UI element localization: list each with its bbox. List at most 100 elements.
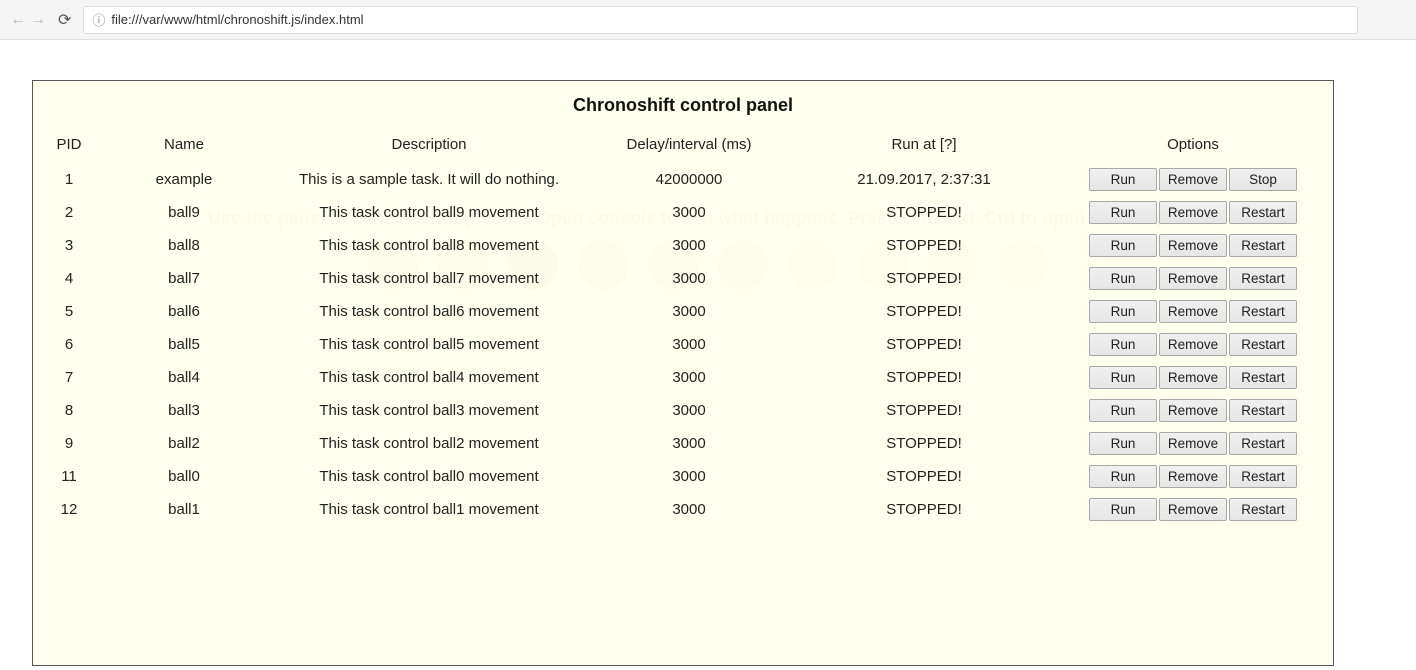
cell-runat: 21.09.2017, 2:37:31 (789, 163, 1059, 196)
remove-button[interactable]: Remove (1159, 300, 1227, 323)
restart-button[interactable]: Restart (1229, 300, 1297, 323)
cell-delay: 42000000 (589, 163, 789, 196)
cell-desc: This task control ball6 movement (269, 295, 589, 328)
run-button[interactable]: Run (1089, 234, 1157, 257)
cell-delay: 3000 (589, 493, 789, 526)
table-row: 12ball1This task control ball1 movement3… (39, 493, 1327, 526)
restart-button[interactable]: Restart (1229, 366, 1297, 389)
cell-options: RunRemoveRestart (1059, 295, 1327, 328)
run-button[interactable]: Run (1089, 168, 1157, 191)
remove-button[interactable]: Remove (1159, 267, 1227, 290)
cell-delay: 3000 (589, 229, 789, 262)
cell-options: RunRemoveRestart (1059, 328, 1327, 361)
cell-name: ball1 (99, 493, 269, 526)
table-row: 1exampleThis is a sample task. It will d… (39, 163, 1327, 196)
cell-pid: 3 (39, 229, 99, 262)
restart-button[interactable]: Restart (1229, 333, 1297, 356)
table-row: 9ball2This task control ball2 movement30… (39, 427, 1327, 460)
restart-button[interactable]: Restart (1229, 432, 1297, 455)
run-button[interactable]: Run (1089, 201, 1157, 224)
cell-name: ball2 (99, 427, 269, 460)
col-header-pid: PID (39, 130, 99, 163)
forward-button[interactable]: → (28, 11, 48, 29)
cell-desc: This task control ball0 movement (269, 460, 589, 493)
cell-name: ball6 (99, 295, 269, 328)
cell-options: RunRemoveRestart (1059, 493, 1327, 526)
cell-pid: 8 (39, 394, 99, 427)
cell-pid: 7 (39, 361, 99, 394)
run-button[interactable]: Run (1089, 432, 1157, 455)
url-text: file:///var/www/html/chronoshift.js/inde… (111, 12, 363, 27)
cell-desc: This task control ball7 movement (269, 262, 589, 295)
run-button[interactable]: Run (1089, 465, 1157, 488)
reload-button[interactable]: ⟳ (58, 10, 71, 30)
cell-runat: STOPPED! (789, 262, 1059, 295)
run-button[interactable]: Run (1089, 267, 1157, 290)
cell-options: RunRemoveRestart (1059, 262, 1327, 295)
remove-button[interactable]: Remove (1159, 168, 1227, 191)
restart-button[interactable]: Restart (1229, 399, 1297, 422)
table-row: 8ball3This task control ball3 movement30… (39, 394, 1327, 427)
panel-title: Chronoshift control panel (39, 95, 1327, 116)
col-header-delay: Delay/interval (ms) (589, 130, 789, 163)
remove-button[interactable]: Remove (1159, 399, 1227, 422)
cell-pid: 11 (39, 460, 99, 493)
cell-runat: STOPPED! (789, 460, 1059, 493)
restart-button[interactable]: Restart (1229, 201, 1297, 224)
remove-button[interactable]: Remove (1159, 498, 1227, 521)
cell-delay: 3000 (589, 394, 789, 427)
col-header-opts: Options (1059, 130, 1327, 163)
restart-button[interactable]: Restart (1229, 234, 1297, 257)
run-button[interactable]: Run (1089, 366, 1157, 389)
table-row: 7ball4This task control ball4 movement30… (39, 361, 1327, 394)
cell-delay: 3000 (589, 295, 789, 328)
cell-options: RunRemoveRestart (1059, 394, 1327, 427)
back-button[interactable]: ← (8, 11, 28, 29)
cell-pid: 2 (39, 196, 99, 229)
restart-button[interactable]: Restart (1229, 267, 1297, 290)
address-bar[interactable]: ⓘ file:///var/www/html/chronoshift.js/in… (83, 6, 1358, 34)
cell-pid: 12 (39, 493, 99, 526)
cell-pid: 6 (39, 328, 99, 361)
cell-pid: 4 (39, 262, 99, 295)
run-button[interactable]: Run (1089, 333, 1157, 356)
stop-button[interactable]: Stop (1229, 168, 1297, 191)
restart-button[interactable]: Restart (1229, 465, 1297, 488)
run-button[interactable]: Run (1089, 498, 1157, 521)
cell-delay: 3000 (589, 427, 789, 460)
cell-name: ball0 (99, 460, 269, 493)
remove-button[interactable]: Remove (1159, 234, 1227, 257)
run-button[interactable]: Run (1089, 399, 1157, 422)
page-content: Use the panel to launch or stop tasks. O… (0, 40, 1416, 670)
col-header-runat: Run at [?] (789, 130, 1059, 163)
cell-options: RunRemoveRestart (1059, 196, 1327, 229)
cell-delay: 3000 (589, 328, 789, 361)
col-header-name: Name (99, 130, 269, 163)
cell-desc: This task control ball5 movement (269, 328, 589, 361)
cell-name: ball7 (99, 262, 269, 295)
table-row: 4ball7This task control ball7 movement30… (39, 262, 1327, 295)
table-row: 2ball9This task control ball9 movement30… (39, 196, 1327, 229)
site-info-icon[interactable]: ⓘ (92, 10, 105, 29)
cell-desc: This task control ball3 movement (269, 394, 589, 427)
remove-button[interactable]: Remove (1159, 201, 1227, 224)
remove-button[interactable]: Remove (1159, 465, 1227, 488)
cell-options: RunRemoveRestart (1059, 427, 1327, 460)
remove-button[interactable]: Remove (1159, 432, 1227, 455)
cell-desc: This task control ball2 movement (269, 427, 589, 460)
run-button[interactable]: Run (1089, 300, 1157, 323)
tasks-table: PID Name Description Delay/interval (ms)… (39, 130, 1327, 526)
remove-button[interactable]: Remove (1159, 333, 1227, 356)
remove-button[interactable]: Remove (1159, 366, 1227, 389)
browser-chrome: ← → ⟳ ⓘ file:///var/www/html/chronoshift… (0, 0, 1416, 40)
control-panel: Chronoshift control panel PID Name Descr… (32, 80, 1334, 666)
cell-runat: STOPPED! (789, 361, 1059, 394)
table-row: 11ball0This task control ball0 movement3… (39, 460, 1327, 493)
cell-name: ball8 (99, 229, 269, 262)
cell-pid: 9 (39, 427, 99, 460)
cell-pid: 5 (39, 295, 99, 328)
restart-button[interactable]: Restart (1229, 498, 1297, 521)
cell-desc: This task control ball9 movement (269, 196, 589, 229)
cell-runat: STOPPED! (789, 394, 1059, 427)
cell-options: RunRemoveRestart (1059, 229, 1327, 262)
